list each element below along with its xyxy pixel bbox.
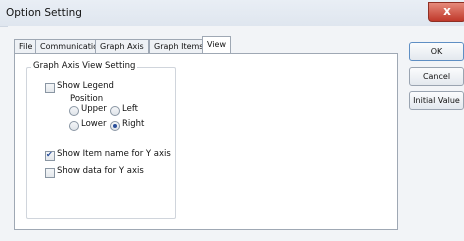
tab-view[interactable]: View	[202, 36, 231, 53]
cancel-button[interactable]: Cancel	[409, 67, 464, 86]
ok-button[interactable]: OK	[409, 42, 464, 61]
position-right-radio[interactable]	[110, 121, 120, 131]
option-setting-dialog: Option Setting x File Communication Grap…	[0, 0, 464, 241]
title-bar[interactable]: Option Setting x	[0, 0, 464, 27]
position-right-label: Right	[122, 119, 145, 129]
tab-label: File	[19, 42, 33, 51]
tab-label: Graph Items	[154, 42, 204, 51]
position-left-radio[interactable]	[110, 106, 120, 116]
show-data-checkbox[interactable]	[45, 168, 55, 178]
initial-value-label: Initial Value	[413, 96, 460, 105]
tab-label: Communication	[40, 42, 104, 51]
tab-graph-axis[interactable]: Graph Axis	[95, 39, 149, 53]
show-item-name-label: Show Item name for Y axis	[57, 149, 171, 159]
tab-label: Graph Axis	[100, 42, 144, 51]
cancel-label: Cancel	[422, 72, 451, 81]
group-label: Graph Axis View Setting	[31, 61, 138, 71]
position-upper-radio[interactable]	[69, 106, 79, 116]
position-left-label: Left	[122, 104, 138, 114]
close-icon: x	[443, 4, 451, 18]
position-lower-label: Lower	[81, 119, 107, 129]
show-legend-label: Show Legend	[57, 81, 114, 91]
show-item-name-checkbox[interactable]	[45, 150, 55, 161]
position-upper-label: Upper	[81, 104, 107, 114]
show-data-label: Show data for Y axis	[57, 166, 144, 176]
tab-graph-items[interactable]: Graph Items	[149, 39, 209, 53]
ok-label: OK	[430, 47, 443, 56]
tab-label: View	[207, 40, 226, 49]
tab-file[interactable]: File	[14, 39, 38, 53]
show-legend-checkbox[interactable]	[45, 83, 55, 93]
window-title: Option Setting	[6, 7, 82, 19]
position-label: Position	[70, 94, 104, 104]
position-lower-radio[interactable]	[69, 121, 79, 131]
close-button[interactable]: x	[428, 2, 464, 22]
initial-value-button[interactable]: Initial Value	[409, 91, 464, 110]
